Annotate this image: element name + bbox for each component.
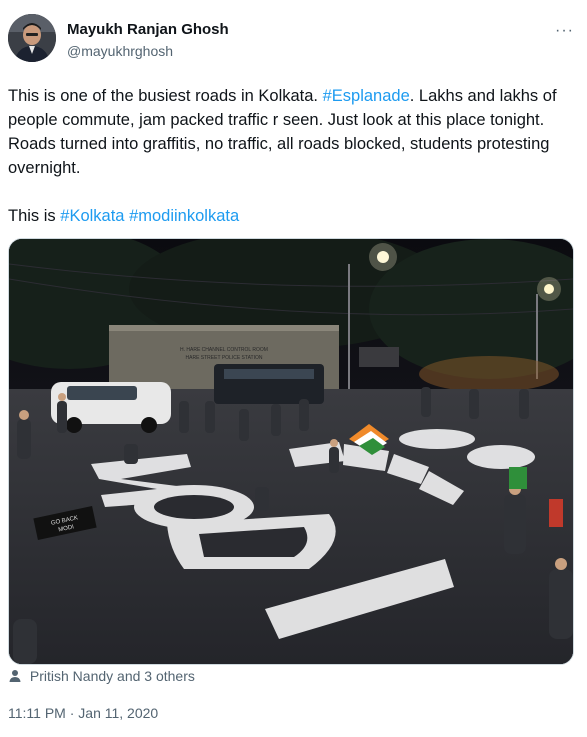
- tweet-photo[interactable]: H. HARE CHANNEL CONTROL ROOM HARE STREET…: [8, 238, 574, 665]
- tweet-paragraph-1: This is one of the busiest roads in Kolk…: [8, 84, 578, 180]
- tweet-text-segment: This is: [8, 207, 61, 225]
- author-avatar[interactable]: [8, 14, 56, 62]
- svg-text:H. HARE CHANNEL CONTROL ROOM: H. HARE CHANNEL CONTROL ROOM: [180, 347, 268, 353]
- tweet-text: This is one of the busiest roads in Kolk…: [8, 84, 578, 228]
- hashtag-link[interactable]: #modiinkolkata: [129, 207, 239, 225]
- liked-by[interactable]: Pritish Nandy and 3 others: [8, 668, 195, 686]
- svg-text:HARE STREET POLICE STATION: HARE STREET POLICE STATION: [186, 355, 263, 361]
- tweet-paragraph-2: This is #Kolkata #modiinkolkata: [8, 204, 578, 228]
- liked-by-text: Pritish Nandy and 3 others: [29, 668, 195, 684]
- more-horizontal-icon[interactable]: ···: [555, 22, 574, 40]
- author-handle[interactable]: @mayukhrghosh: [67, 43, 173, 59]
- author-display-name[interactable]: Mayukh Ranjan Ghosh: [67, 21, 229, 38]
- hashtag-link[interactable]: #Esplanade: [323, 87, 410, 105]
- hashtag-link[interactable]: #Kolkata: [60, 207, 124, 225]
- person-icon: [8, 669, 22, 686]
- avatar-photo-icon: [8, 14, 56, 62]
- tweet-timestamp[interactable]: 11:11 PM · Jan 11, 2020: [8, 705, 158, 721]
- tweet-text-segment: This is one of the busiest roads in Kolk…: [8, 87, 323, 105]
- protest-road-photo: H. HARE CHANNEL CONTROL ROOM HARE STREET…: [9, 239, 573, 664]
